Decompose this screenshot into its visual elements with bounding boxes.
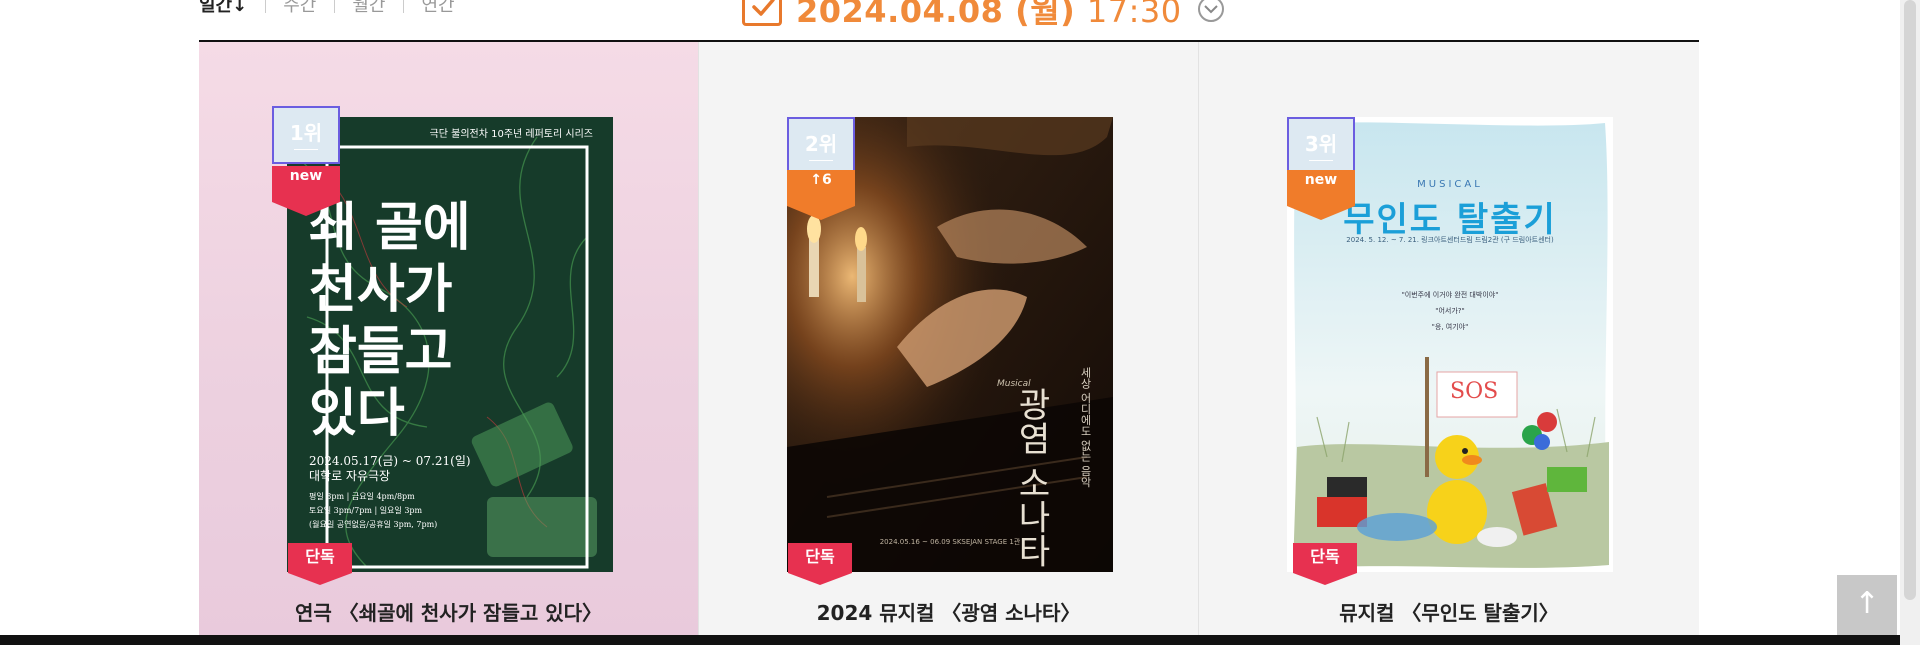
scroll-top-button[interactable]: ↑ (1837, 575, 1897, 635)
scrollbar-thumb[interactable] (1904, 0, 1916, 600)
chevron-down-icon[interactable] (1197, 0, 1224, 22)
period-tabs: 일간↓ 주간 월간 연간 (199, 0, 473, 17)
new-badge: new (272, 166, 340, 216)
poster-quote: "이번주에 이거야 완전 대박이야" (1401, 291, 1499, 299)
poster-musical-tag: Musical (997, 379, 1031, 389)
date-display: 2024.04.08 (월) 17:30 (796, 0, 1182, 32)
badge-label: ↑6 (810, 172, 832, 188)
ranking-list: 극단 불의전차 10주년 레퍼토리 시리즈 쇄 골에 천사가 잠들고 있다 20… (199, 42, 1699, 645)
poster-quote: "응, 여기야" (1431, 323, 1469, 331)
poster-period: 2024. 5. 12. ~ 7. 21. 링크아트센터드림 드림2관 (구 드… (1346, 236, 1554, 244)
poster-sos-sign: SOS (1450, 379, 1499, 404)
card-title[interactable]: 연극 〈쇄골에 천사가 잠들고 있다〉 (199, 597, 698, 626)
poster-quote: "어서가?" (1435, 307, 1465, 315)
poster-title-line: 광염 (1011, 387, 1051, 455)
rank-box: 1위 (272, 106, 340, 164)
poster-header: 극단 불의전차 10주년 레퍼토리 시리즈 (429, 129, 593, 140)
ranking-card-1[interactable]: 극단 불의전차 10주년 레퍼토리 시리즈 쇄 골에 천사가 잠들고 있다 20… (199, 42, 699, 645)
poster-title-line: 잠들고 (309, 321, 453, 382)
rank-change-badge: ↑6 (787, 170, 855, 220)
card-title[interactable]: 2024 뮤지컬 〈광염 소나타〉 (699, 597, 1198, 626)
scrollbar[interactable] (1900, 0, 1920, 645)
poster-side-text: 세상 어디에도 없는 음악 (1079, 367, 1092, 488)
poster-venue: 대학로 자유극장 (309, 469, 391, 483)
rank-box: 3위 (1287, 117, 1355, 175)
badge-label: new (1304, 172, 1338, 188)
poster-quotes: "이번주에 이거야 완전 대박이야" "어서가?" "응, 여기야" (1287, 287, 1613, 335)
poster-schedule: 토요일 3pm/7pm | 일요일 3pm (309, 506, 423, 515)
poster-title-line: 소나타 (1011, 465, 1051, 568)
date-selector[interactable]: 2024.04.08 (월) 17:30 (742, 0, 1224, 32)
bottom-bar (0, 635, 1900, 645)
time-value: 17:30 (1086, 0, 1182, 30)
tab-daily[interactable]: 일간↓ (199, 0, 265, 17)
ranking-card-2[interactable]: 세상 어디에도 없는 음악 광염 소나타 Musical 2024.05.16 … (699, 42, 1199, 645)
poster-period: 2024.05.17(금) ~ 07.21(일) (309, 454, 471, 468)
date-value: 2024.04.08 (월) (796, 0, 1076, 30)
poster-info: 2024.05.17(금) ~ 07.21(일) 대학로 자유극장 평일 8pm… (309, 454, 471, 532)
rank-box: 2위 (787, 117, 855, 175)
ranking-card-3[interactable]: MUSICAL 무인도 탈출기 2024. 5. 12. ~ 7. 21. 링크… (1199, 42, 1699, 645)
exclusive-badge: 단독 (288, 543, 352, 585)
tab-weekly[interactable]: 주간 (265, 0, 334, 17)
poster-schedule: 평일 8pm | 금요일 4pm/8pm (309, 492, 415, 501)
tab-monthly[interactable]: 월간 (334, 0, 403, 17)
tab-yearly[interactable]: 연간 (403, 0, 472, 17)
poster-title: 쇄 골에 천사가 잠들고 있다 (309, 197, 471, 445)
exclusive-badge: 단독 (788, 543, 852, 585)
poster-title-line: 천사가 (309, 259, 453, 320)
badge-label: new (289, 168, 323, 184)
card-title[interactable]: 뮤지컬 〈무인도 탈출기〉 (1199, 597, 1699, 626)
new-badge: new (1287, 170, 1355, 220)
calendar-check-icon (742, 0, 782, 26)
poster-title-line: 있다 (309, 383, 405, 444)
poster-schedule: (월요일 공연없음/공휴일 3pm, 7pm) (309, 520, 438, 529)
exclusive-badge: 단독 (1293, 543, 1357, 585)
